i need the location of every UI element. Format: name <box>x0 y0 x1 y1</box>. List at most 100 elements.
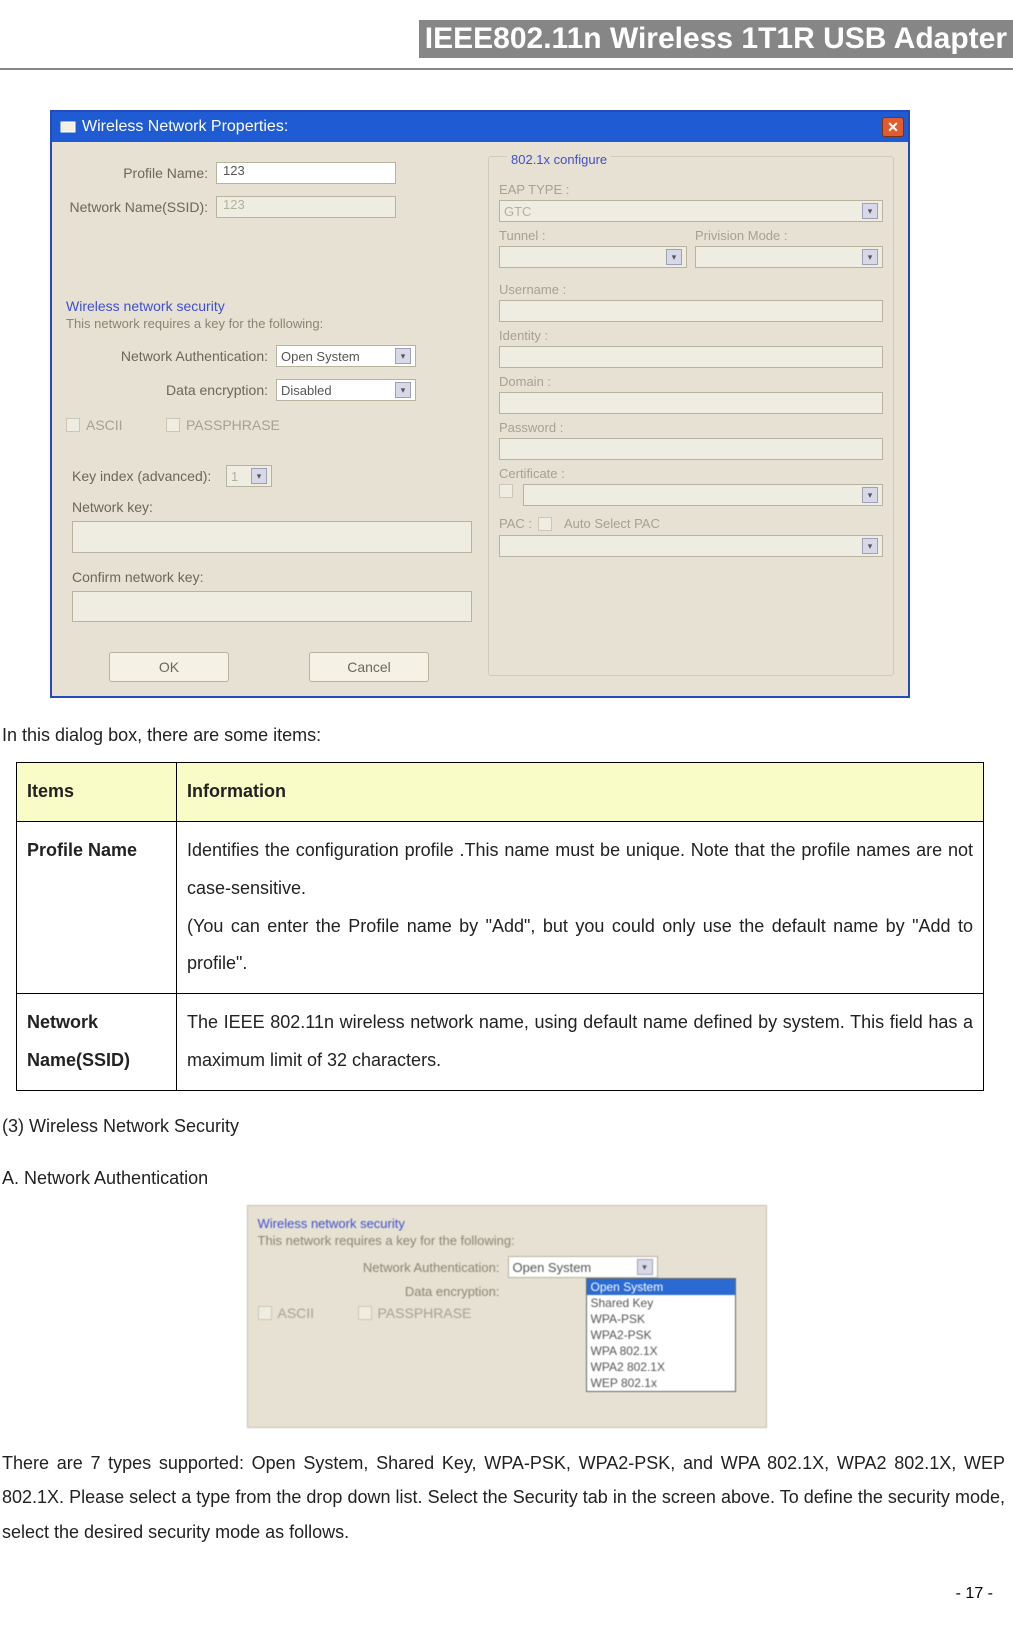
data-enc-select[interactable]: Disabled ▾ <box>276 379 416 401</box>
item-profile-name-desc: Identifies the configuration profile .Th… <box>177 821 984 993</box>
figure-net-auth-label: Network Authentication: <box>258 1260 508 1275</box>
pac-label: PAC : <box>499 516 532 531</box>
passphrase-label: PASSPHRASE <box>186 417 280 433</box>
item-profile-name-desc-line2: (You can enter the Profile name by "Add"… <box>187 916 973 974</box>
chevron-down-icon: ▾ <box>666 249 682 265</box>
certificate-label: Certificate : <box>499 466 883 481</box>
auto-pac-checkbox <box>538 517 552 531</box>
ok-button[interactable]: OK <box>109 652 229 682</box>
data-enc-label: Data encryption: <box>66 382 276 398</box>
data-enc-value: Disabled <box>281 383 332 398</box>
passphrase-checkbox <box>166 418 180 432</box>
item-profile-name: Profile Name <box>17 821 177 993</box>
eap-type-value: GTC <box>504 204 531 219</box>
net-auth-value: Open System <box>281 349 360 364</box>
network-auth-figure: Wireless network security This network r… <box>247 1205 767 1428</box>
header-information: Information <box>177 763 984 822</box>
tunnel-select: ▾ <box>499 246 687 268</box>
ssid-label: Network Name(SSID): <box>66 199 216 215</box>
window-icon <box>60 119 76 135</box>
password-input <box>499 438 883 460</box>
8021x-title: 802.1x configure <box>511 152 607 167</box>
header-rule <box>0 68 1013 70</box>
dialog-titlebar: Wireless Network Properties: ✕ <box>52 112 908 142</box>
net-auth-select[interactable]: Open System ▾ <box>276 345 416 367</box>
close-button[interactable]: ✕ <box>882 117 904 137</box>
figure-ascii-label: ASCII <box>278 1305 358 1321</box>
privision-label: Privision Mode : <box>695 228 883 243</box>
chevron-down-icon: ▾ <box>862 538 878 554</box>
ascii-label: ASCII <box>86 417 166 433</box>
domain-input <box>499 392 883 414</box>
dropdown-option[interactable]: WPA 802.1X <box>587 1343 735 1359</box>
section-a-heading: A. Network Authentication <box>2 1161 1005 1195</box>
profile-name-input[interactable]: 123 <box>216 162 396 184</box>
privision-select: ▾ <box>695 246 883 268</box>
dropdown-option[interactable]: WPA2 802.1X <box>587 1359 735 1375</box>
figure-passphrase-label: PASSPHRASE <box>378 1305 472 1321</box>
key-index-value: 1 <box>231 469 238 484</box>
dropdown-option[interactable]: WPA2-PSK <box>587 1327 735 1343</box>
table-row: Profile Name Identifies the configuratio… <box>17 821 984 993</box>
network-key-label: Network key: <box>66 499 166 515</box>
key-index-select: 1 ▾ <box>226 465 272 487</box>
password-label: Password : <box>499 420 883 435</box>
eap-type-select: GTC ▾ <box>499 200 883 222</box>
confirm-key-label: Confirm network key: <box>66 569 236 585</box>
table-row: Network Name(SSID) The IEEE 802.11n wire… <box>17 994 984 1091</box>
header-items: Items <box>17 763 177 822</box>
ascii-checkbox <box>66 418 80 432</box>
wireless-properties-dialog: Wireless Network Properties: ✕ Profile N… <box>50 110 910 698</box>
figure-ascii-checkbox <box>258 1306 272 1320</box>
security-section-title: Wireless network security <box>66 298 472 314</box>
page-header-banner: IEEE802.11n Wireless 1T1R USB Adapter <box>419 20 1013 58</box>
username-label: Username : <box>499 282 883 297</box>
key-index-label: Key index (advanced): <box>66 468 226 484</box>
table-header-row: Items Information <box>17 763 984 822</box>
items-table: Items Information Profile Name Identifie… <box>16 762 984 1091</box>
pac-select: ▾ <box>499 535 883 557</box>
profile-name-label: Profile Name: <box>66 165 216 181</box>
domain-label: Domain : <box>499 374 883 389</box>
figure-net-auth-select[interactable]: Open System ▾ <box>508 1256 658 1278</box>
chevron-down-icon: ▾ <box>862 487 878 503</box>
item-ssid: Network Name(SSID) <box>17 994 177 1091</box>
section-3-heading: (3) Wireless Network Security <box>2 1109 1005 1143</box>
chevron-down-icon: ▾ <box>862 203 878 219</box>
tunnel-label: Tunnel : <box>499 228 687 243</box>
page-number: - 17 - <box>0 1585 993 1603</box>
dropdown-option[interactable]: Open System <box>587 1279 735 1295</box>
item-ssid-desc: The IEEE 802.11n wireless network name, … <box>177 994 984 1091</box>
chevron-down-icon: ▾ <box>251 468 267 484</box>
dialog-title: Wireless Network Properties: <box>82 118 288 136</box>
net-auth-label: Network Authentication: <box>66 348 276 364</box>
cancel-button[interactable]: Cancel <box>309 652 429 682</box>
network-key-input <box>72 521 472 553</box>
dropdown-option[interactable]: WPA-PSK <box>587 1311 735 1327</box>
figure-net-auth-value: Open System <box>513 1260 592 1275</box>
figure-title: Wireless network security <box>258 1216 756 1231</box>
dropdown-option[interactable]: WEP 802.1x <box>587 1375 735 1391</box>
figure-sub: This network requires a key for the foll… <box>258 1233 756 1248</box>
auto-pac-label: Auto Select PAC <box>564 516 660 531</box>
chevron-down-icon: ▾ <box>862 249 878 265</box>
item-profile-name-desc-line1: Identifies the configuration profile .Th… <box>187 840 973 898</box>
eap-type-label: EAP TYPE : <box>499 182 883 197</box>
dropdown-option[interactable]: Shared Key <box>587 1295 735 1311</box>
certificate-select: ▾ <box>523 484 883 506</box>
confirm-key-input <box>72 591 472 623</box>
ssid-input: 123 <box>216 196 396 218</box>
username-input <box>499 300 883 322</box>
figure-data-enc-label: Data encryption: <box>258 1284 508 1299</box>
certificate-checkbox <box>499 484 513 498</box>
identity-label: Identity : <box>499 328 883 343</box>
security-section-sub: This network requires a key for the foll… <box>66 316 472 331</box>
intro-text: In this dialog box, there are some items… <box>2 718 1005 752</box>
chevron-down-icon: ▾ <box>637 1259 653 1275</box>
auth-dropdown-list[interactable]: Open System Shared Key WPA-PSK WPA2-PSK … <box>586 1278 736 1392</box>
figure-passphrase-checkbox <box>358 1306 372 1320</box>
chevron-down-icon: ▾ <box>395 348 411 364</box>
security-paragraph: There are 7 types supported: Open System… <box>2 1446 1005 1549</box>
chevron-down-icon: ▾ <box>395 382 411 398</box>
8021x-fieldset: 802.1x configure EAP TYPE : GTC ▾ Tunnel… <box>488 156 894 676</box>
